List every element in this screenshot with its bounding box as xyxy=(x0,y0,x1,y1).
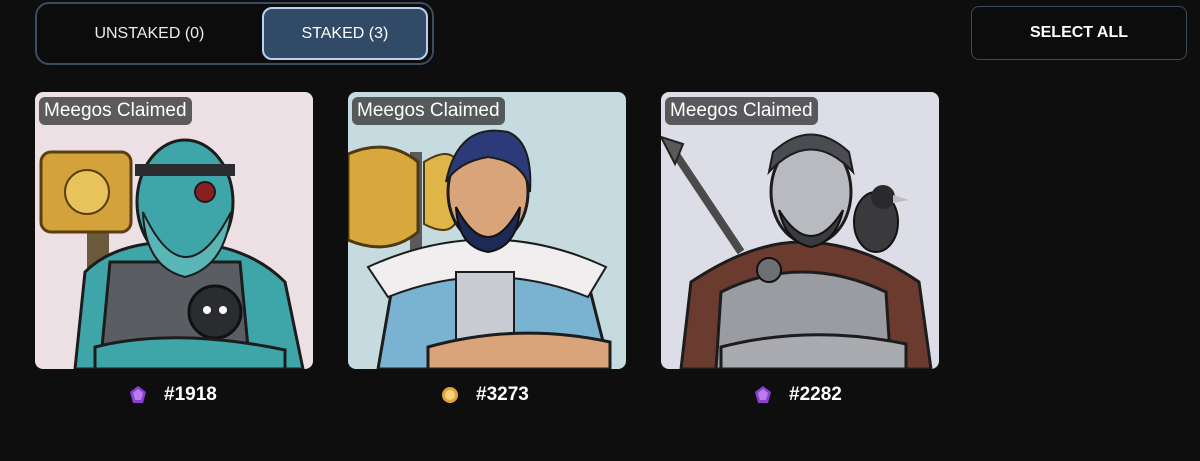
gold-gem-icon xyxy=(442,387,458,403)
purple-gem-icon xyxy=(130,386,146,403)
token-id: #3273 xyxy=(476,384,529,405)
stake-filter-tabs: UNSTAKED (0) STAKED (3) xyxy=(35,2,434,65)
claimed-badge: Meegos Claimed xyxy=(39,97,192,125)
nft-artwork-2282 xyxy=(661,92,939,369)
purple-gem-icon xyxy=(755,386,771,403)
nft-artwork-1918 xyxy=(35,92,313,369)
tab-staked[interactable]: STAKED (3) xyxy=(261,7,428,60)
claimed-badge: Meegos Claimed xyxy=(665,97,818,125)
claimed-badge: Meegos Claimed xyxy=(352,97,505,125)
nft-card[interactable]: Meegos Claimed xyxy=(661,92,939,369)
token-id: #1918 xyxy=(164,384,217,405)
token-label: #1918 xyxy=(128,384,217,406)
nft-card[interactable]: Meegos Claimed xyxy=(348,92,626,369)
token-label: #2282 xyxy=(753,384,842,406)
nft-artwork-3273 xyxy=(348,92,626,369)
token-id: #2282 xyxy=(789,384,842,405)
select-all-button[interactable]: SELECT ALL xyxy=(971,6,1187,60)
nft-card[interactable]: Meegos Claimed xyxy=(35,92,313,369)
tab-unstaked[interactable]: UNSTAKED (0) xyxy=(57,7,242,60)
token-label: #3273 xyxy=(440,384,529,406)
